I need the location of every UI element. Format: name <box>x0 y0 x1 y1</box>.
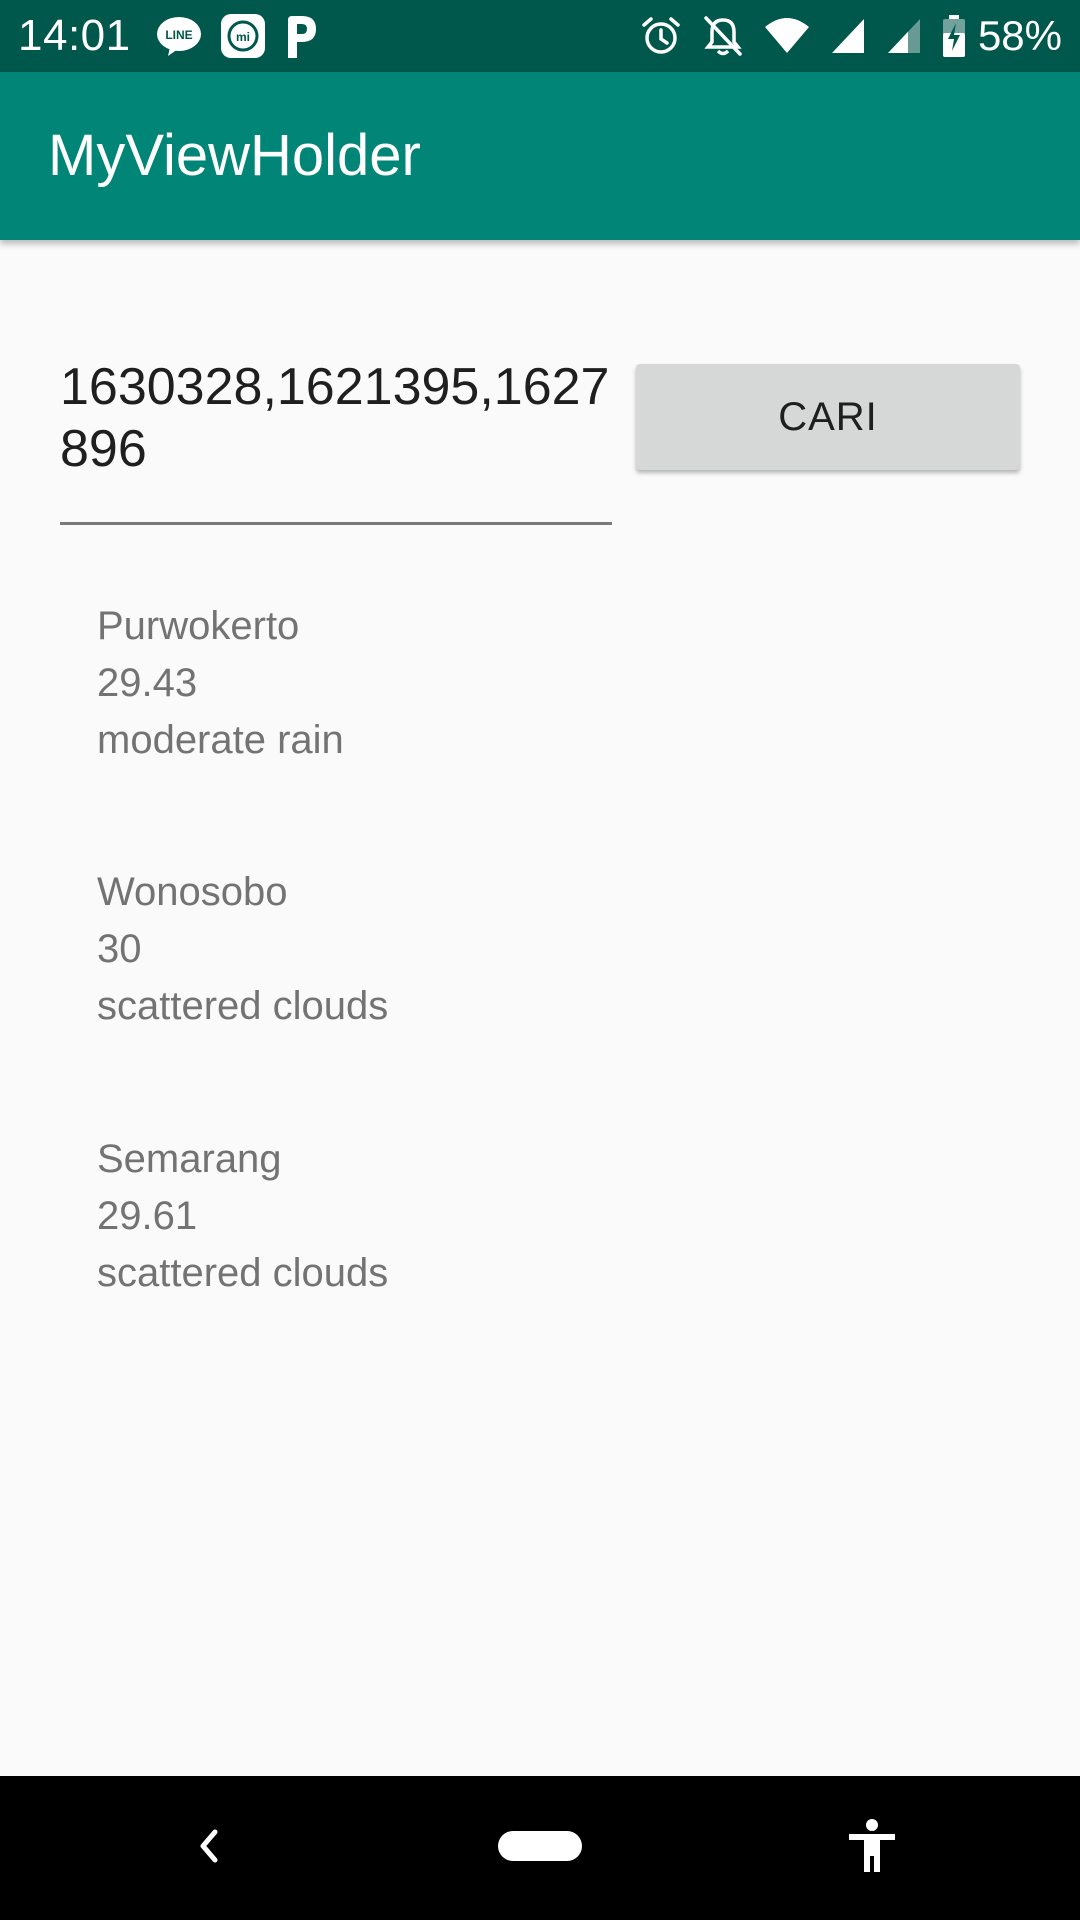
city-name: Semarang <box>97 1137 282 1181</box>
search-button[interactable]: CARI <box>636 364 1020 470</box>
app-title: MyViewHolder <box>48 123 421 188</box>
temperature: 29.43 <box>97 661 198 705</box>
accessibility-button[interactable] <box>830 1804 914 1892</box>
battery-charging-icon <box>942 15 966 57</box>
city-name: Wonosobo <box>97 870 288 914</box>
svg-text:LINE: LINE <box>165 28 192 42</box>
mi-app-icon: mi <box>220 13 266 59</box>
app-bar: MyViewHolder <box>0 72 1080 240</box>
notification-icons: LINE mi <box>156 12 318 60</box>
input-underline <box>60 522 612 525</box>
list-item[interactable]: Wonosobo 30 scattered clouds <box>97 864 997 1035</box>
wifi-icon <box>764 17 810 55</box>
home-button[interactable] <box>480 1808 600 1888</box>
accessibility-icon <box>846 1818 898 1879</box>
p-app-icon <box>284 14 318 58</box>
battery-percent: 58% <box>977 12 1062 59</box>
signal-icon <box>830 17 866 55</box>
home-pill-icon <box>497 1830 583 1867</box>
weather-description: moderate rain <box>97 718 344 762</box>
list-item[interactable]: Semarang 29.61 scattered clouds <box>97 1131 997 1302</box>
notifications-off-icon <box>702 14 744 58</box>
weather-description: scattered clouds <box>97 1251 389 1295</box>
status-time: 14:01 <box>18 11 131 60</box>
back-button[interactable] <box>168 1808 248 1888</box>
weather-description: scattered clouds <box>97 984 389 1028</box>
line-app-icon: LINE <box>156 15 202 57</box>
status-bar: 14:01 LINE mi 58% <box>0 0 1080 72</box>
temperature: 30 <box>97 927 142 971</box>
screen: 14:01 LINE mi 58% MyViewHolder 1630328,1… <box>0 0 1080 1920</box>
system-icons: 58% <box>640 10 1062 62</box>
alarm-icon <box>640 15 682 57</box>
svg-text:mi: mi <box>236 30 250 44</box>
signal-icon-2 <box>886 17 922 55</box>
list-item[interactable]: Purwokerto 29.43 moderate rain <box>97 598 997 769</box>
city-ids-input[interactable]: 1630328,1621395,1627896 <box>60 356 612 524</box>
navigation-bar <box>0 1776 1080 1920</box>
temperature: 29.61 <box>97 1194 198 1238</box>
city-name: Purwokerto <box>97 604 300 648</box>
back-icon <box>193 1826 223 1871</box>
